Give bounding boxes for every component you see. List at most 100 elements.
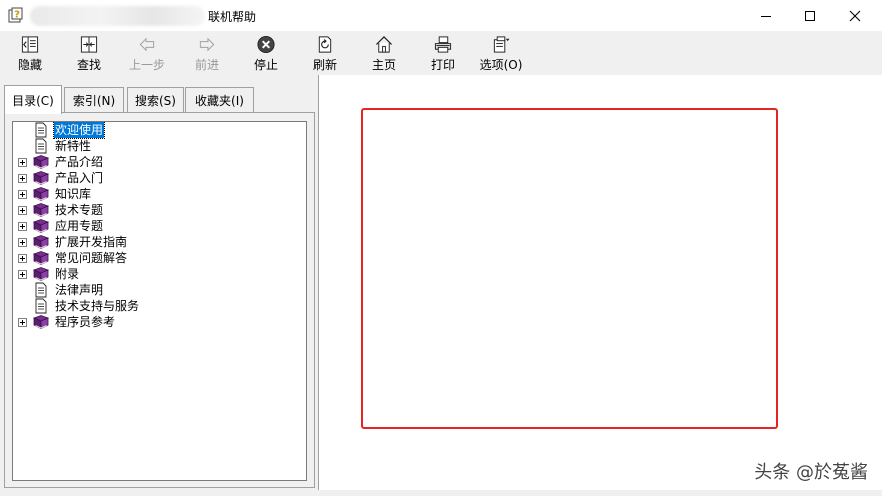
window-title: 联机帮助	[208, 10, 257, 24]
refresh-icon	[318, 36, 332, 53]
tree-item[interactable]: 技术专题	[13, 202, 303, 218]
expand-plus-icon[interactable]	[18, 158, 27, 167]
tree-item-label: 技术专题	[55, 203, 104, 217]
tab-favorites[interactable]: 收藏夹(I)	[185, 87, 254, 112]
minimize-button[interactable]	[743, 0, 789, 31]
tree-item-label: 知识库	[55, 187, 92, 201]
print-button[interactable]: 打印	[415, 33, 471, 73]
locate-label: 查找	[76, 58, 101, 72]
tab-index-label: 索引(N)	[72, 93, 116, 108]
tree-item[interactable]: 技术支持与服务	[13, 298, 303, 314]
expand-plus-icon[interactable]	[18, 190, 27, 199]
tree-item[interactable]: 新特性	[13, 138, 303, 154]
tree-item-label: 法律声明	[55, 283, 104, 297]
maximize-button[interactable]	[787, 0, 833, 31]
tree-item[interactable]: 知识库	[13, 186, 303, 202]
expand-plus-icon[interactable]	[18, 238, 27, 247]
locate-button[interactable]: 查找	[61, 33, 117, 73]
svg-text:?: ?	[14, 10, 20, 21]
tab-search-label: 搜索(S)	[135, 93, 176, 108]
tab-favorites-label: 收藏夹(I)	[195, 93, 244, 108]
close-icon	[849, 10, 861, 21]
tab-search[interactable]: 搜索(S)	[127, 87, 184, 112]
toolbar: 隐藏 查找 上一步 前进 停止 刷新 主页 打印 选项(O)	[0, 31, 882, 75]
red-highlight-box	[361, 108, 778, 429]
locate-icon	[80, 36, 98, 53]
refresh-label: 刷新	[312, 58, 337, 72]
options-icon	[493, 36, 510, 53]
book-icon	[32, 218, 50, 234]
expand-plus-icon[interactable]	[18, 270, 27, 279]
topic-content-pane	[319, 75, 882, 490]
stop-label: 停止	[253, 58, 278, 72]
expand-plus-icon[interactable]	[18, 318, 27, 327]
expand-plus-icon[interactable]	[18, 222, 27, 231]
tree-item-label: 技术支持与服务	[55, 299, 140, 313]
tree-item[interactable]: 产品介绍	[13, 154, 303, 170]
book-icon	[32, 202, 50, 218]
home-button[interactable]: 主页	[356, 33, 412, 73]
expand-plus-icon[interactable]	[18, 206, 27, 215]
tree-item-label: 附录	[55, 267, 80, 281]
tree-item[interactable]: 法律声明	[13, 282, 303, 298]
expand-plus-icon[interactable]	[18, 254, 27, 263]
tree-item-label: 欢迎使用	[52, 122, 106, 139]
tree-item[interactable]: 常见问题解答	[13, 250, 303, 266]
expand-plus-icon[interactable]	[18, 174, 27, 183]
title-bar: ? 联机帮助	[0, 0, 882, 32]
home-label: 主页	[371, 58, 396, 72]
print-label: 打印	[430, 58, 455, 72]
tree-item-label: 应用专题	[55, 219, 104, 233]
book-icon	[32, 170, 50, 186]
book-icon	[32, 250, 50, 266]
window-bottom-edge	[0, 490, 882, 496]
options-label: 选项(O)	[479, 58, 523, 72]
tab-index[interactable]: 索引(N)	[64, 87, 124, 112]
book-icon	[32, 234, 50, 250]
contents-tree[interactable]: 欢迎使用 新特性产品介绍 产品入门 知识库技术专题应用专题扩展开发指南 常见问题解答 附录…	[12, 121, 307, 481]
close-button[interactable]	[832, 0, 878, 31]
tab-contents-label: 目录(C)	[12, 93, 54, 108]
tree-item[interactable]: 欢迎使用	[13, 122, 303, 139]
book-icon	[32, 186, 50, 202]
page-icon	[32, 282, 50, 298]
help-app-icon: ?	[8, 7, 23, 23]
hide-label: 隐藏	[17, 58, 42, 72]
forward-arrow-icon	[199, 37, 215, 52]
tree-item[interactable]: 附录	[13, 266, 303, 282]
back-button[interactable]: 上一步	[119, 33, 175, 73]
home-icon	[375, 36, 393, 53]
page-icon	[32, 138, 50, 154]
stop-button[interactable]: 停止	[238, 33, 294, 73]
tree-item-label: 新特性	[55, 139, 92, 153]
contents-panel: 欢迎使用 新特性产品介绍 产品入门 知识库技术专题应用专题扩展开发指南 常见问题解答 附录…	[4, 112, 315, 488]
tree-item[interactable]: 应用专题	[13, 218, 303, 234]
book-icon	[32, 314, 50, 330]
stop-icon	[257, 35, 275, 54]
tree-item-label: 产品介绍	[55, 155, 104, 169]
page-icon	[32, 122, 50, 138]
book-icon	[32, 154, 50, 170]
back-arrow-icon	[139, 37, 155, 52]
blurred-window-title	[30, 6, 205, 26]
maximize-icon	[805, 10, 815, 21]
print-icon	[434, 36, 452, 53]
tree-item[interactable]: 扩展开发指南	[13, 234, 303, 250]
tree-item[interactable]: 程序员参考	[13, 314, 303, 330]
tree-item[interactable]: 产品入门	[13, 170, 303, 186]
minimize-icon	[761, 15, 771, 17]
navigation-pane: 目录(C) 索引(N) 搜索(S) 收藏夹(I) 欢迎使用 新特性产品介绍 产品入门…	[0, 75, 319, 490]
options-button[interactable]: 选项(O)	[473, 33, 529, 73]
tab-contents[interactable]: 目录(C)	[4, 85, 62, 114]
tree-item-label: 扩展开发指南	[55, 235, 128, 249]
back-label: 上一步	[128, 58, 165, 72]
book-icon	[32, 266, 50, 282]
hide-pane-icon	[21, 36, 39, 53]
hide-button[interactable]: 隐藏	[2, 33, 58, 73]
refresh-button[interactable]: 刷新	[297, 33, 353, 73]
tree-item-label: 常见问题解答	[55, 251, 128, 265]
forward-label: 前进	[194, 58, 219, 72]
tree-item-label: 程序员参考	[55, 315, 116, 329]
forward-button[interactable]: 前进	[179, 33, 235, 73]
page-icon	[32, 298, 50, 314]
